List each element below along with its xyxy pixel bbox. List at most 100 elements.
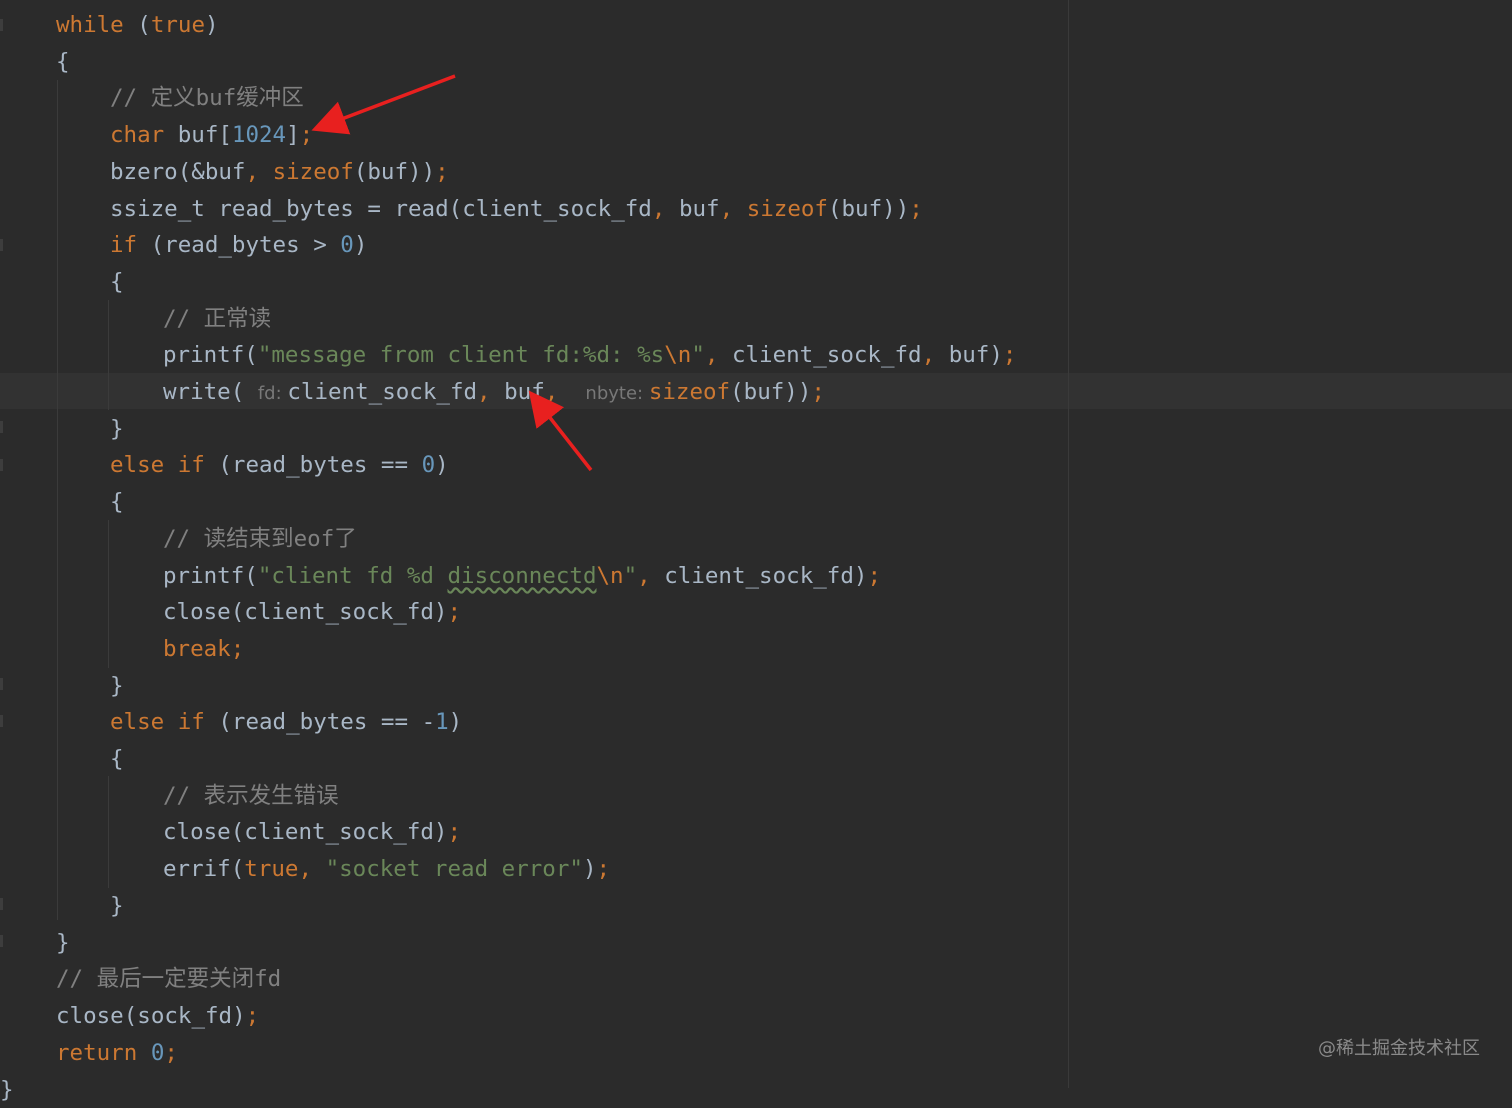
fold-marker[interactable] (0, 239, 3, 251)
string-token: " (691, 342, 705, 369)
code-line[interactable]: ssize_t read_bytes = read(client_sock_fd… (110, 191, 923, 227)
punctuation-token: ; (164, 1039, 178, 1066)
punctuation-token: ; (435, 158, 449, 185)
number-token: 0 (150, 1039, 165, 1066)
keyword-token: else if (110, 709, 205, 736)
code-token: close(sock_fd) (56, 1002, 246, 1029)
code-token: client_sock_fd) (664, 562, 868, 589)
code-line[interactable]: { (56, 44, 70, 80)
punctuation-token: , (544, 379, 586, 405)
punctuation-token: ; (245, 1002, 260, 1029)
punctuation-token: ; (447, 599, 462, 626)
code-line[interactable]: // 正常读 (163, 301, 271, 337)
code-line[interactable]: } (110, 411, 124, 447)
code-line[interactable]: return 0; (56, 1035, 178, 1071)
code-line[interactable]: printf("client fd %d disconnectd\n", cli… (163, 558, 881, 594)
keyword-token: true (244, 856, 299, 883)
punctuation-token: , (921, 342, 949, 369)
watermark: @稀土掘金技术社区 (1318, 1038, 1480, 1059)
code-token: { (110, 489, 124, 516)
code-line[interactable]: bzero(&buf, sizeof(buf)); (110, 154, 449, 190)
code-token: buf) (948, 342, 1003, 369)
code-token: printf( (163, 342, 258, 369)
keyword-token: else if (110, 452, 205, 479)
code-token: ) (353, 232, 368, 259)
keyword-token: true (150, 12, 206, 38)
code-token: (buf)) (827, 195, 910, 222)
code-line[interactable]: errif(true, "socket read error"); (163, 851, 610, 887)
code-line[interactable]: printf("message from client fd:%d: %s\n"… (163, 337, 1016, 373)
punctuation-token: ; (909, 195, 923, 222)
code-line[interactable]: { (110, 741, 124, 777)
punctuation-token: ; (596, 856, 611, 883)
comment-token: // 定义buf缓冲区 (110, 85, 304, 112)
code-token: (read_bytes > (137, 232, 341, 259)
code-line[interactable]: // 最后一定要关闭fd (56, 961, 281, 997)
red-arrow-to-buf-declaration (311, 74, 456, 135)
fold-marker[interactable] (0, 19, 3, 31)
code-token: close(client_sock_fd) (163, 599, 448, 626)
code-line[interactable]: close(client_sock_fd); (163, 594, 461, 630)
fold-marker[interactable] (0, 935, 3, 947)
right-margin-guide (1068, 0, 1069, 1088)
comment-token: // 正常读 (163, 305, 272, 332)
code-token: errif( (163, 856, 245, 883)
number-token: 1024 (231, 122, 287, 149)
keyword-token: sizeof (272, 158, 354, 185)
code-line[interactable]: // 读结束到eof了 (163, 521, 357, 557)
code-line[interactable]: // 定义buf缓冲区 (110, 80, 304, 116)
code-line[interactable]: close(sock_fd); (56, 998, 259, 1034)
fold-marker[interactable] (0, 678, 3, 690)
code-token: ) (435, 452, 449, 479)
code-line[interactable]: while (true) (56, 7, 219, 43)
code-line[interactable]: { (110, 484, 124, 520)
indent-guide (108, 300, 109, 410)
code-token: { (56, 48, 70, 75)
string-token: "message from client fd:%d: %s (257, 342, 665, 369)
punctuation-token: , (477, 379, 505, 405)
code-token: bzero(&buf (110, 158, 246, 185)
code-editor[interactable]: while (true){// 定义buf缓冲区 char buf[1024]; b… (0, 0, 1512, 1103)
code-line[interactable]: else if (read_bytes == -1) (110, 704, 462, 740)
code-token: (read_bytes == - (204, 709, 436, 736)
code-line[interactable]: } (56, 925, 70, 961)
code-token: (buf)) (730, 379, 812, 405)
code-line[interactable]: write( fd: client_sock_fd, buf, nbyte: s… (163, 374, 825, 410)
code-token: (read_bytes == (204, 452, 422, 479)
parameter-hint: nbyte: (585, 383, 649, 404)
code-line[interactable]: } (110, 668, 124, 704)
code-token: printf( (163, 562, 258, 589)
closing-brace: } (0, 1077, 14, 1103)
code-token: ) (582, 856, 597, 883)
number-token: 0 (421, 452, 436, 479)
code-line[interactable]: { (110, 264, 124, 300)
punctuation-token: , (245, 158, 273, 185)
code-token: ) (448, 709, 463, 736)
code-line[interactable]: if (read_bytes > 0) (110, 227, 367, 263)
code-token: (buf)) (353, 158, 436, 185)
comment-token: // 表示发生错误 (163, 782, 339, 809)
punctuation-token: ; (230, 635, 245, 662)
code-token: } (110, 892, 124, 919)
comment-token: // 读结束到eof了 (163, 525, 357, 552)
punctuation-token: , (637, 562, 665, 589)
fold-marker[interactable] (0, 421, 3, 433)
code-line[interactable]: else if (read_bytes == 0) (110, 447, 449, 483)
code-line[interactable]: } (110, 888, 124, 924)
code-line[interactable]: char buf[1024]; (110, 117, 313, 153)
fold-marker[interactable] (0, 715, 3, 727)
code-token: ] (286, 122, 300, 149)
keyword-token: if (110, 232, 138, 259)
code-line[interactable]: close(client_sock_fd); (163, 814, 461, 850)
code-token: } (110, 415, 124, 442)
string-token: "client fd %d (257, 562, 448, 589)
code-line[interactable]: break; (163, 631, 244, 667)
indent-guide (108, 520, 109, 668)
code-token: close(client_sock_fd) (163, 819, 448, 846)
fold-marker[interactable] (0, 898, 3, 910)
code-line[interactable]: // 表示发生错误 (163, 778, 339, 814)
punctuation-token: ; (447, 819, 462, 846)
punctuation-token: , (719, 195, 747, 222)
escape-token: \n (664, 342, 692, 369)
fold-marker[interactable] (0, 459, 3, 471)
